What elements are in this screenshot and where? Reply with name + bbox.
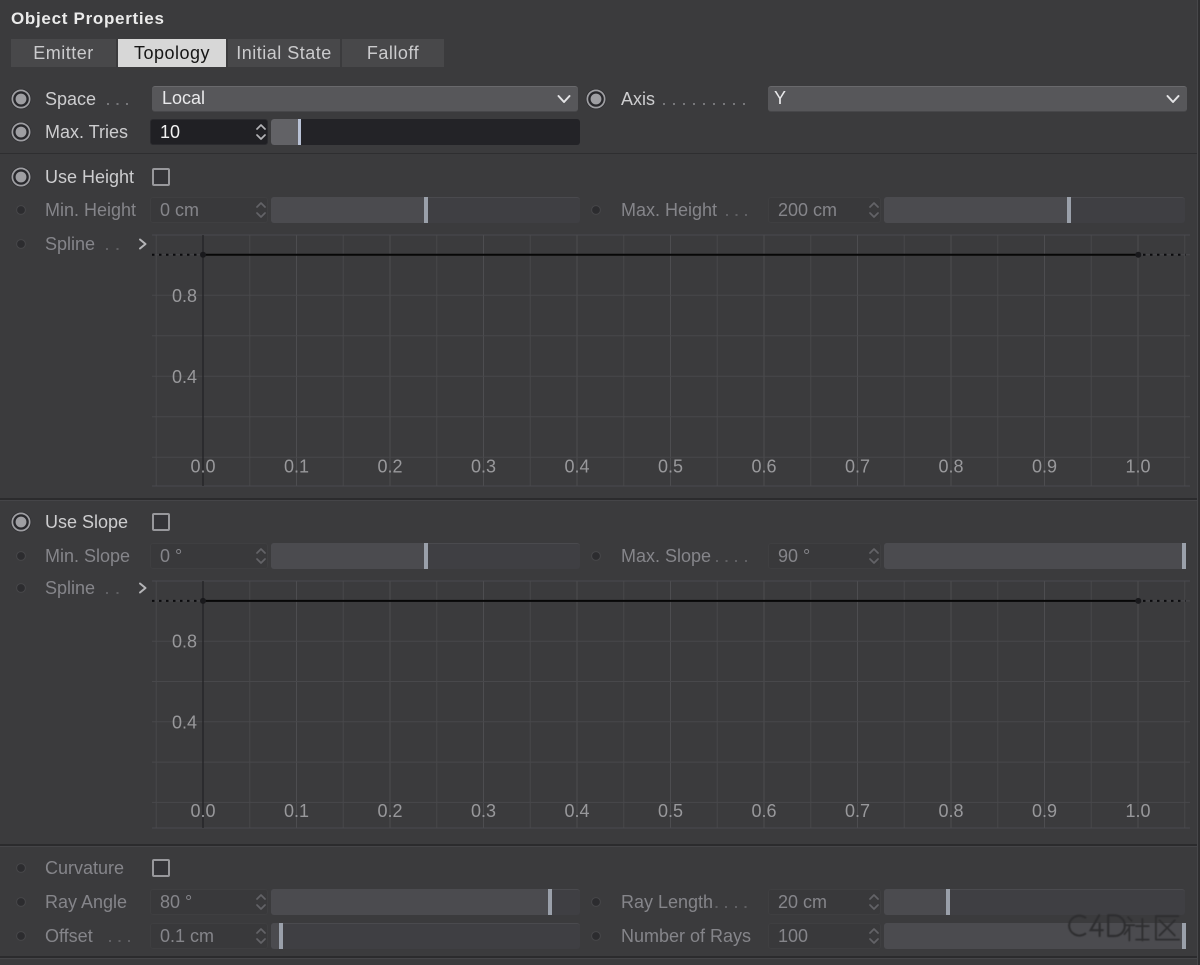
svg-text:0.8: 0.8 [938, 457, 963, 477]
svg-text:0.2: 0.2 [377, 801, 402, 821]
svg-text:0.4: 0.4 [172, 367, 197, 387]
svg-text:0.1: 0.1 [284, 801, 309, 821]
svg-text:1.0: 1.0 [1125, 801, 1150, 821]
svg-text:0.9: 0.9 [1032, 457, 1057, 477]
svg-text:0.0: 0.0 [190, 801, 215, 821]
svg-text:0.3: 0.3 [471, 457, 496, 477]
svg-text:0.3: 0.3 [471, 801, 496, 821]
svg-text:0.6: 0.6 [751, 457, 776, 477]
svg-text:0.4: 0.4 [172, 712, 197, 732]
svg-text:0.5: 0.5 [658, 457, 683, 477]
svg-text:0.8: 0.8 [172, 632, 197, 652]
svg-text:0.9: 0.9 [1032, 801, 1057, 821]
svg-text:0.7: 0.7 [845, 801, 870, 821]
svg-text:0.7: 0.7 [845, 457, 870, 477]
svg-text:0.5: 0.5 [658, 801, 683, 821]
svg-text:0.2: 0.2 [377, 457, 402, 477]
svg-text:0.4: 0.4 [564, 457, 589, 477]
svg-text:0.6: 0.6 [751, 801, 776, 821]
svg-text:0.0: 0.0 [190, 457, 215, 477]
svg-text:0.8: 0.8 [172, 286, 197, 306]
svg-text:0.1: 0.1 [284, 457, 309, 477]
svg-text:0.4: 0.4 [564, 801, 589, 821]
svg-text:1.0: 1.0 [1125, 457, 1150, 477]
svg-text:0.8: 0.8 [938, 801, 963, 821]
